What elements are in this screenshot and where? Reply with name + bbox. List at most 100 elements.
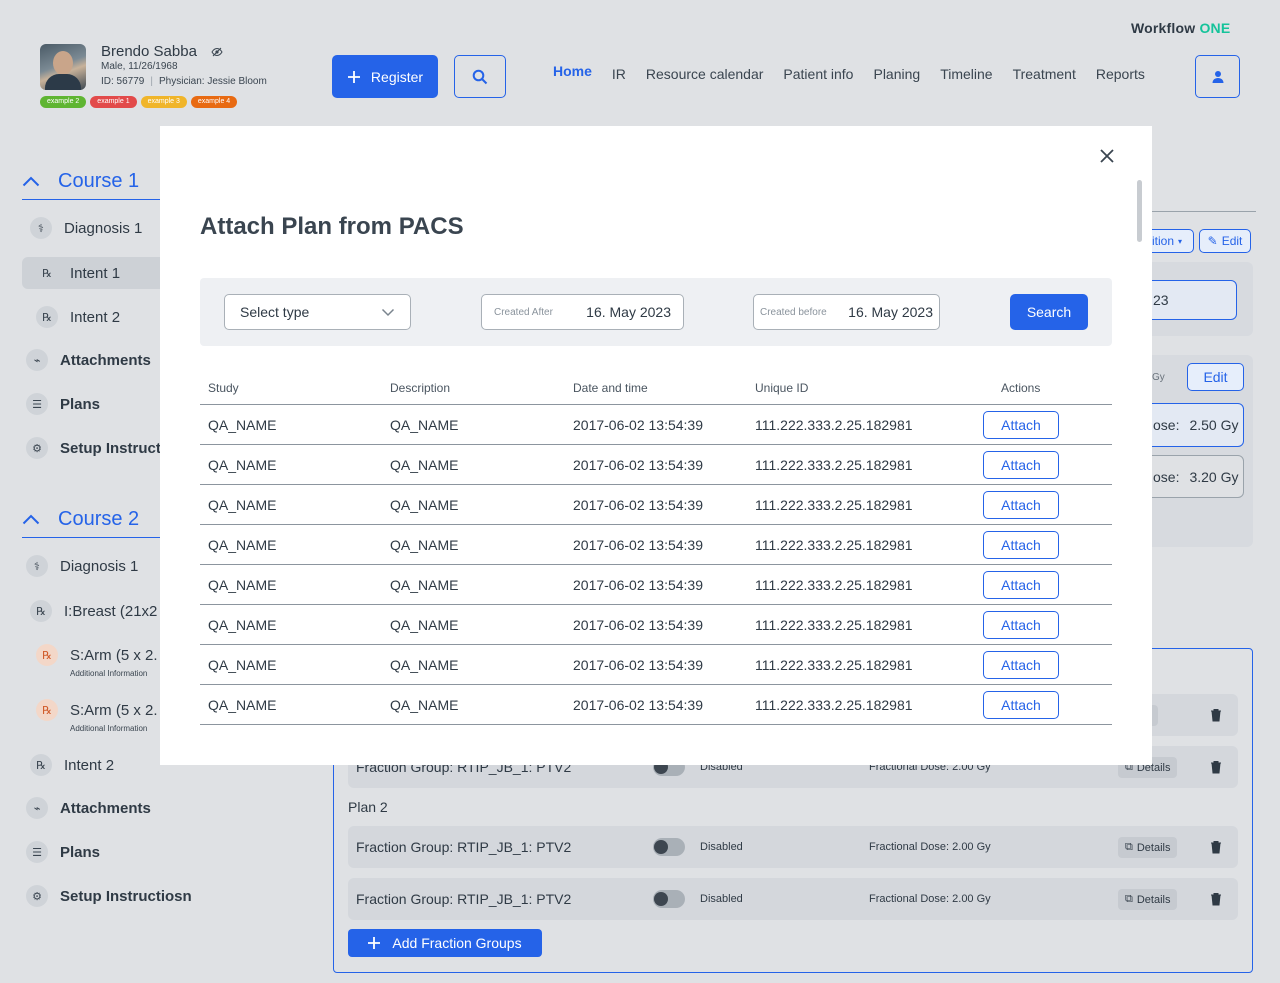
cell-unique-id: 111.222.333.2.25.182981	[755, 457, 913, 473]
tag-badge[interactable]: example 1	[90, 96, 137, 108]
enable-toggle[interactable]	[653, 838, 685, 856]
cell-description: QA_NAME	[390, 617, 459, 633]
gear-icon: ⚙	[26, 885, 48, 907]
attach-button[interactable]: Attach	[983, 531, 1059, 559]
nav-ir[interactable]: IR	[612, 66, 626, 82]
dose-field[interactable]: ose: 2.50 Gy	[1140, 403, 1244, 447]
details-button[interactable]: ⧉ Details	[1118, 889, 1178, 910]
cell-study: QA_NAME	[208, 577, 277, 593]
cell-study: QA_NAME	[208, 697, 277, 713]
nav-patient-info[interactable]: Patient info	[783, 66, 853, 82]
add-fraction-groups-button[interactable]: Add Fraction Groups	[348, 929, 542, 957]
type-select-value: Select type	[240, 304, 310, 320]
sidebar-item-diagnosis-1[interactable]: ⚕ Diagnosis 1	[26, 555, 138, 577]
sidebar-item-prescription-arm[interactable]: ℞ S:Arm (5 x 2.	[36, 699, 158, 721]
tag-badge[interactable]: example 3	[140, 96, 187, 108]
attach-button[interactable]: Attach	[983, 691, 1059, 719]
created-before-label: Created before	[760, 306, 827, 318]
column-header-description[interactable]: Description	[390, 381, 450, 395]
dose-value: 2.50 Gy	[1189, 417, 1239, 433]
position-btn-label: ition	[1151, 234, 1174, 248]
nav-treatment[interactable]: Treatment	[1013, 66, 1076, 82]
column-header-study[interactable]: Study	[208, 381, 239, 395]
cell-unique-id: 111.222.333.2.25.182981	[755, 657, 913, 673]
plan-2-label: Plan 2	[348, 799, 388, 815]
sidebar-item-intent-2[interactable]: ℞ Intent 2	[30, 754, 114, 776]
sidebar-item-plans[interactable]: ☰ Plans	[26, 393, 100, 415]
sidebar-item-label: Setup Instructiosn	[60, 887, 192, 905]
user-menu-button[interactable]	[1195, 55, 1240, 98]
details-button[interactable]: ⧉ Details	[1118, 837, 1178, 858]
cell-datetime: 2017-06-02 13:54:39	[573, 657, 703, 673]
panel-divider	[1152, 211, 1256, 212]
course-2-header[interactable]: Course 2	[22, 508, 139, 531]
tag-badge[interactable]: example 2	[40, 96, 87, 108]
close-icon[interactable]	[1097, 146, 1117, 166]
trash-icon[interactable]	[1210, 840, 1222, 854]
attach-button[interactable]: Attach	[983, 611, 1059, 639]
eye-off-icon[interactable]	[211, 46, 223, 58]
sidebar-item-prescription-arm[interactable]: ℞ S:Arm (5 x 2.	[36, 644, 158, 666]
top-header: Brendo Sabba Male, 11/26/1968 ID: 56779 |…	[0, 0, 1280, 126]
value-field[interactable]: 23	[1140, 280, 1237, 320]
tag-badge[interactable]: example 4	[190, 96, 238, 108]
edit-button[interactable]: Edit	[1187, 363, 1244, 391]
rx-icon: ℞	[30, 754, 52, 776]
column-header-date[interactable]: Date and time	[573, 381, 648, 395]
sidebar-item-label: Intent 1	[70, 264, 121, 282]
list-icon: ☰	[26, 841, 48, 863]
course-1-divider	[22, 199, 162, 200]
cell-description: QA_NAME	[390, 697, 459, 713]
attach-button[interactable]: Attach	[983, 651, 1059, 679]
nav-timeline[interactable]: Timeline	[940, 66, 992, 82]
dose-field[interactable]: ose: 3.20 Gy	[1140, 455, 1244, 498]
sidebar-item-label: Diagnosis 1	[60, 557, 139, 575]
trash-icon[interactable]	[1210, 708, 1222, 722]
attach-button[interactable]: Attach	[983, 451, 1059, 479]
sidebar-item-label: S:Arm (5 x 2.	[70, 701, 158, 719]
created-after-field[interactable]: Created After 16. May 2023	[481, 294, 684, 330]
sidebar-item-plans[interactable]: ☰ Plans	[26, 841, 100, 863]
column-header-actions: Actions	[1001, 381, 1041, 395]
attach-button[interactable]: Attach	[983, 491, 1059, 519]
sidebar-item-label: Attachments	[60, 351, 151, 369]
sidebar-item-attachments[interactable]: ⌁ Attachments	[26, 349, 151, 371]
search-submit-button[interactable]: Search	[1010, 294, 1088, 330]
nav-planing[interactable]: Planing	[873, 66, 920, 82]
cell-datetime: 2017-06-02 13:54:39	[573, 577, 703, 593]
sidebar-item-intent-1[interactable]: ℞ Intent 1	[36, 262, 120, 284]
patient-id: ID: 56779	[101, 76, 145, 87]
trash-icon[interactable]	[1210, 760, 1222, 774]
sidebar-item-intent-breast[interactable]: ℞ I:Breast (21x2	[30, 600, 157, 622]
cell-datetime: 2017-06-02 13:54:39	[573, 497, 703, 513]
cell-unique-id: 111.222.333.2.25.182981	[755, 617, 913, 633]
sidebar-item-attachments[interactable]: ⌁ Attachments	[26, 797, 151, 819]
cell-datetime: 2017-06-02 13:54:39	[573, 697, 703, 713]
sidebar-item-setup-instructions[interactable]: ⚙ Setup Instructi	[26, 437, 165, 459]
cell-unique-id: 111.222.333.2.25.182981	[755, 537, 913, 553]
type-select[interactable]: Select type	[224, 294, 411, 330]
attach-button[interactable]: Attach	[983, 571, 1059, 599]
sidebar-item-setup-instructions[interactable]: ⚙ Setup Instructiosn	[26, 885, 192, 907]
sidebar-item-label: Plans	[60, 395, 101, 413]
trash-icon[interactable]	[1210, 892, 1222, 906]
register-button[interactable]: Register	[332, 55, 438, 98]
nav-home[interactable]: Home	[553, 63, 592, 79]
created-before-field[interactable]: Created before 16. May 2023	[753, 294, 940, 330]
sidebar-item-diagnosis-1[interactable]: ⚕ Diagnosis 1	[30, 217, 142, 239]
enable-toggle[interactable]	[653, 890, 685, 908]
table-row: QA_NAME QA_NAME 2017-06-02 13:54:39 111.…	[200, 685, 1112, 725]
nav-reports[interactable]: Reports	[1096, 66, 1145, 82]
sidebar-item-intent-2[interactable]: ℞ Intent 2	[36, 306, 120, 328]
patient-id-physician: ID: 56779 | Physician: Jessie Bloom	[101, 76, 267, 87]
column-header-unique-id[interactable]: Unique ID	[755, 381, 808, 395]
modal-scrollbar[interactable]	[1137, 180, 1142, 242]
edit-button[interactable]: ✎ Edit	[1199, 229, 1251, 253]
dose-label: ose:	[1153, 468, 1180, 485]
attach-button[interactable]: Attach	[983, 411, 1059, 439]
cell-study: QA_NAME	[208, 657, 277, 673]
dose-value: 3.20 Gy	[1189, 468, 1239, 485]
search-button[interactable]	[454, 55, 506, 98]
nav-resource-calendar[interactable]: Resource calendar	[646, 66, 764, 82]
course-1-header[interactable]: Course 1	[22, 170, 139, 193]
